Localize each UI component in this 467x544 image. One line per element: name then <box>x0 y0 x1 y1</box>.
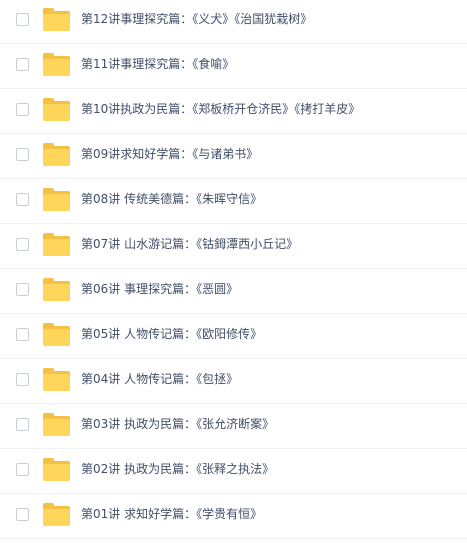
file-row[interactable]: 第02讲 执政为民篇：《张释之执法》 <box>0 450 467 494</box>
select-checkbox[interactable] <box>16 508 29 521</box>
select-checkbox[interactable] <box>16 463 29 476</box>
file-row[interactable]: 第05讲 人物传记篇：《欧阳修传》 <box>0 315 467 359</box>
folder-icon <box>43 53 70 76</box>
file-list: 第12讲事理探究篇：《义犬》《治国犹栽树》 第11讲事理探究篇：《食喻》 第10… <box>0 0 467 544</box>
select-checkbox[interactable] <box>16 328 29 341</box>
folder-icon <box>43 413 70 436</box>
folder-icon <box>43 278 70 301</box>
file-row[interactable]: 第01讲 求知好学篇：《学贵有恒》 <box>0 495 467 539</box>
folder-name[interactable]: 第06讲 事理探究篇：《恶圆》 <box>81 281 238 297</box>
folder-icon <box>43 188 70 211</box>
folder-name[interactable]: 第10讲执政为民篇：《郑板桥开仓济民》《拷打羊皮》 <box>81 101 360 117</box>
file-row[interactable]: 第10讲执政为民篇：《郑板桥开仓济民》《拷打羊皮》 <box>0 90 467 134</box>
file-row[interactable]: 第07讲 山水游记篇：《钴鉧潭西小丘记》 <box>0 225 467 269</box>
file-row[interactable]: 第12讲事理探究篇：《义犬》《治国犹栽树》 <box>0 0 467 44</box>
folder-name[interactable]: 第01讲 求知好学篇：《学贵有恒》 <box>81 506 262 522</box>
file-row[interactable]: 第04讲 人物传记篇：《包拯》 <box>0 360 467 404</box>
folder-name[interactable]: 第04讲 人物传记篇：《包拯》 <box>81 371 238 387</box>
folder-name[interactable]: 第03讲 执政为民篇：《张允济断案》 <box>81 416 274 432</box>
file-row[interactable]: 第09讲求知好学篇：《与诸弟书》 <box>0 135 467 179</box>
folder-name[interactable]: 第11讲事理探究篇：《食喻》 <box>81 56 234 72</box>
folder-name[interactable]: 第12讲事理探究篇：《义犬》《治国犹栽树》 <box>81 11 312 27</box>
select-checkbox[interactable] <box>16 13 29 26</box>
file-row[interactable]: 第06讲 事理探究篇：《恶圆》 <box>0 270 467 314</box>
select-checkbox[interactable] <box>16 103 29 116</box>
folder-name[interactable]: 第07讲 山水游记篇：《钴鉧潭西小丘记》 <box>81 236 298 252</box>
folder-name[interactable]: 第08讲 传统美德篇：《朱晖守信》 <box>81 191 262 207</box>
select-checkbox[interactable] <box>16 58 29 71</box>
folder-icon <box>43 503 70 526</box>
folder-name[interactable]: 第02讲 执政为民篇：《张释之执法》 <box>81 461 274 477</box>
folder-icon <box>43 143 70 166</box>
folder-name[interactable]: 第09讲求知好学篇：《与诸弟书》 <box>81 146 258 162</box>
folder-icon <box>43 323 70 346</box>
file-row[interactable]: 第11讲事理探究篇：《食喻》 <box>0 45 467 89</box>
select-checkbox[interactable] <box>16 193 29 206</box>
folder-icon <box>43 458 70 481</box>
folder-icon <box>43 233 70 256</box>
folder-icon <box>43 8 70 31</box>
select-checkbox[interactable] <box>16 373 29 386</box>
folder-icon <box>43 98 70 121</box>
file-row[interactable]: 第08讲 传统美德篇：《朱晖守信》 <box>0 180 467 224</box>
folder-name[interactable]: 第05讲 人物传记篇：《欧阳修传》 <box>81 326 262 342</box>
select-checkbox[interactable] <box>16 148 29 161</box>
select-checkbox[interactable] <box>16 238 29 251</box>
select-checkbox[interactable] <box>16 418 29 431</box>
select-checkbox[interactable] <box>16 283 29 296</box>
file-row[interactable]: 第03讲 执政为民篇：《张允济断案》 <box>0 405 467 449</box>
folder-icon <box>43 368 70 391</box>
